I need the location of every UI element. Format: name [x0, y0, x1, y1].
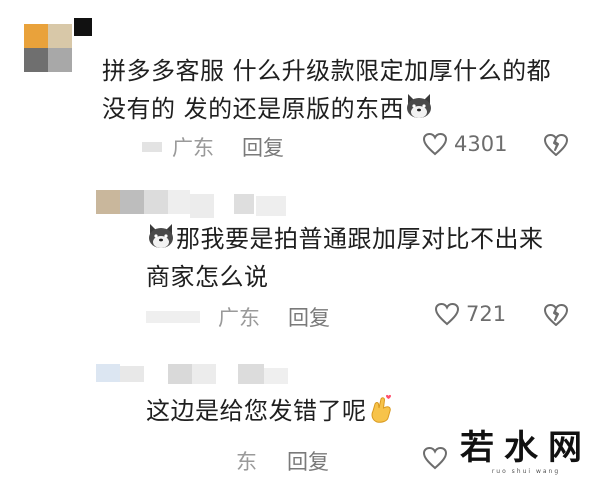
comment-meta: 广东 回复 — [146, 302, 330, 332]
like-button[interactable]: 4301 — [422, 132, 507, 156]
blur-fragment — [146, 311, 200, 323]
reply-button[interactable]: 回复 — [287, 446, 329, 476]
comment-line: 拼多多客服 什么升级款限定加厚什么的都 — [102, 57, 552, 85]
watermark-subtext: ruo shui wang — [491, 468, 561, 475]
husky-emoji-icon — [146, 221, 176, 251]
broken-heart-icon — [544, 134, 568, 156]
crossed-fingers-heart-icon — [367, 394, 395, 435]
comment-line: 没有的 发的还是原版的东西 — [102, 95, 405, 123]
comment-meta: 东 回复 — [236, 446, 329, 476]
comment-line: 这边是给您发错了呢 — [146, 397, 367, 425]
watermark-logo: 若水网 ruo shui wang — [450, 428, 594, 475]
heart-icon — [434, 302, 460, 326]
heart-icon — [422, 132, 448, 156]
avatar[interactable] — [24, 24, 72, 72]
broken-heart-icon — [544, 304, 568, 326]
username-blurred[interactable] — [74, 18, 92, 36]
blur-fragment — [142, 142, 162, 152]
avatar[interactable] — [96, 364, 120, 382]
reply-button[interactable]: 回复 — [242, 132, 284, 162]
location: 广东 — [218, 306, 260, 330]
location: 东 — [236, 450, 257, 474]
location: 广东 — [172, 136, 214, 160]
watermark-text: 若水网 — [460, 428, 592, 468]
dislike-button[interactable] — [543, 303, 569, 331]
dislike-button[interactable] — [543, 133, 569, 161]
comment-text: 拼多多客服 什么升级款限定加厚什么的都 没有的 发的还是原版的东西 — [102, 52, 582, 128]
comment-meta: 广东 回复 — [142, 132, 284, 162]
reply-button[interactable]: 回复 — [288, 302, 330, 332]
username-blurred[interactable] — [190, 194, 286, 218]
comment-line: 那我要是拍普通跟加厚对比不出来 — [176, 225, 544, 253]
like-count: 4301 — [454, 132, 508, 156]
username-blurred[interactable] — [120, 364, 310, 384]
comment-text: 那我要是拍普通跟加厚对比不出来 商家怎么说 — [146, 220, 586, 296]
username-blurred[interactable] — [120, 190, 190, 214]
avatar[interactable] — [96, 190, 120, 214]
husky-emoji-icon — [404, 91, 434, 121]
comment-line: 商家怎么说 — [146, 263, 269, 291]
heart-icon — [422, 446, 448, 470]
like-button[interactable]: 721 — [434, 302, 506, 326]
like-count: 721 — [466, 302, 507, 326]
